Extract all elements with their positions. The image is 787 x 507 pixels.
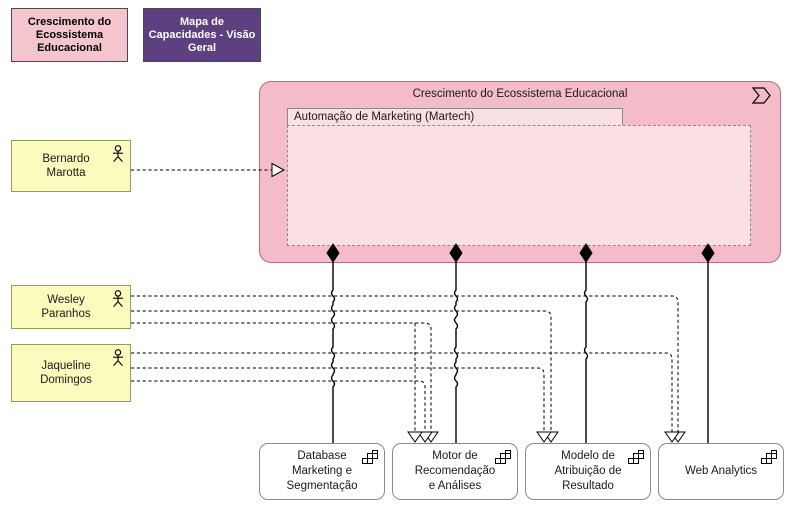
value-stream-group[interactable]: Crescimento do Ecossistema Educacional A… (259, 81, 781, 263)
realization-jaqueline-to-web-analytics (131, 352, 680, 443)
actor-label: Wesley Paranhos (41, 294, 91, 320)
tab-label: Crescimento do Ecossistema Educacional (27, 15, 112, 54)
capability-modelo-atribuicao-resultado[interactable]: Modelo de Atribuição de Resultado (525, 443, 651, 500)
tab-label: Mapa de Capacidades - Visão Geral (148, 15, 256, 54)
actor-stick-figure-icon (113, 349, 123, 366)
composition-to-motor-recomendacao (449, 243, 463, 443)
realization-stub-motor-left (407, 323, 423, 443)
value-stream-group-title: Crescimento do Ecossistema Educacional (412, 88, 628, 100)
realization-jaqueline-to-motor-recomendacao (131, 367, 552, 443)
composition-to-web-analytics (701, 243, 715, 443)
capability-motor-recomendacao-analises[interactable]: Motor de Recomendação e Análises (392, 443, 518, 500)
actor-stick-figure-icon (113, 145, 123, 162)
capability-grid-icon (495, 450, 511, 464)
value-stream-icon (752, 87, 771, 104)
nested-group-body (287, 125, 751, 246)
capability-grid-icon (362, 450, 378, 464)
nested-grouping-martech[interactable]: Automação de Marketing (Martech) (287, 108, 751, 246)
actor-label: Bernardo Marotta (42, 153, 90, 179)
nested-group-title: Automação de Marketing (Martech) (287, 108, 623, 126)
composition-to-modelo-atribuicao (579, 243, 593, 443)
capability-grid-icon (628, 450, 644, 464)
actor-jaqueline-domingos[interactable]: Jaqueline Domingos (11, 344, 131, 402)
composition-to-database-marketing (326, 243, 340, 443)
actor-stick-figure-icon (113, 290, 123, 307)
capability-label: Database Marketing e Segmentação (286, 450, 358, 492)
tab-mapa-capacidades-visao-geral[interactable]: Mapa de Capacidades - Visão Geral (143, 8, 261, 62)
actor-label: Jaqueline Domingos (40, 360, 92, 386)
capability-web-analytics[interactable]: Web Analytics (658, 443, 784, 500)
capability-grid-icon (761, 450, 777, 464)
realization-jaqueline-to-modelo-atribuicao (131, 380, 433, 443)
tab-crescimento-ecossistema-educacional[interactable]: Crescimento do Ecossistema Educacional (11, 8, 128, 62)
realization-wesley-to-motor-recomendacao (131, 310, 559, 443)
actor-bernardo-marotta[interactable]: Bernardo Marotta (11, 140, 131, 192)
capability-label: Web Analytics (684, 465, 757, 477)
realization-wesley-to-modelo-atribuicao (131, 322, 439, 443)
capability-label: Modelo de Atribuição de Resultado (554, 450, 622, 492)
capability-label: Motor de Recomendação e Análises (414, 450, 496, 492)
realization-wesley-to-web-analytics (131, 295, 686, 443)
capability-database-marketing-segmentacao[interactable]: Database Marketing e Segmentação (259, 443, 385, 500)
actor-wesley-paranhos[interactable]: Wesley Paranhos (11, 285, 131, 329)
